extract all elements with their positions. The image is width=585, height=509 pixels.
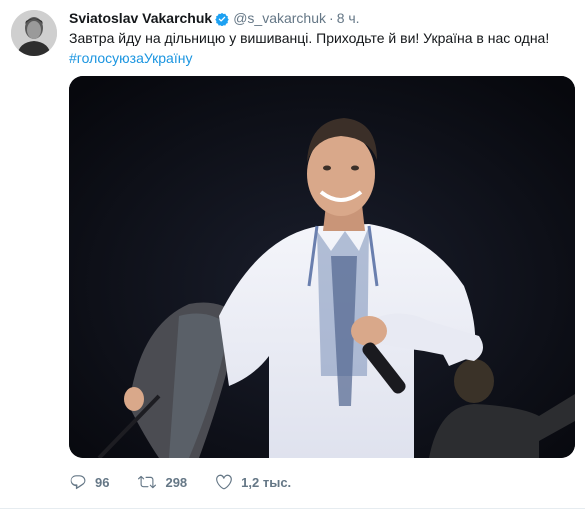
author-name[interactable]: Sviatoslav Vakarchuk [69,10,212,26]
like-count: 1,2 тыс. [241,474,292,490]
retweet-icon [137,473,165,491]
avatar[interactable] [11,10,57,56]
tweet-header: Sviatoslav Vakarchuk @s_vakarchuk · 8 ч. [69,8,360,28]
reply-icon [69,473,95,491]
reply-count: 96 [95,474,110,490]
tweet-timestamp[interactable]: 8 ч. [337,10,360,26]
tweet[interactable]: Sviatoslav Vakarchuk @s_vakarchuk · 8 ч. За… [0,0,585,509]
hashtag-link[interactable]: #голосуюзаУкраїну [69,48,569,68]
tweet-text: Завтра йду на дільницю у вишиванці. Прих… [69,28,569,68]
separator-dot: · [329,10,334,26]
author-handle[interactable]: @s_vakarchuk [233,10,326,26]
heart-icon [215,473,241,491]
reply-button[interactable]: 96 [69,473,109,491]
tweet-body: Завтра йду на дільницю у вишиванці. Прих… [69,30,550,46]
tweet-actions: 96 298 1,2 тыс. [69,470,319,494]
like-button[interactable]: 1,2 тыс. [215,473,291,491]
tweet-photo[interactable] [69,76,575,458]
retweet-count: 298 [165,474,188,490]
retweet-button[interactable]: 298 [137,473,187,491]
